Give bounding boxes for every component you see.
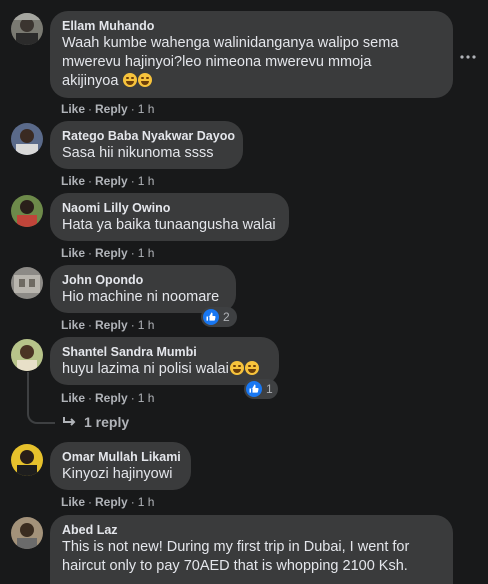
reply-button[interactable]: Reply <box>95 102 128 116</box>
like-button[interactable]: Like <box>61 495 85 509</box>
like-button[interactable]: Like <box>61 102 85 116</box>
timestamp[interactable]: 1 h <box>138 391 155 405</box>
timestamp[interactable]: 1 h <box>138 318 155 332</box>
comment-author[interactable]: Ratego Baba Nyakwar Dayoo <box>62 128 235 144</box>
comment-author[interactable]: Abed Laz <box>62 522 441 538</box>
comment-text: Hio machine ni noomare <box>62 289 220 305</box>
avatar[interactable] <box>11 444 43 476</box>
like-thumb-icon <box>203 309 219 325</box>
like-button[interactable]: Like <box>61 174 85 188</box>
comment-actions: Like · Reply · 1 h <box>61 246 155 260</box>
comment-author[interactable]: Shantel Sandra Mumbi <box>62 344 267 360</box>
reply-button[interactable]: Reply <box>95 391 128 405</box>
like-button[interactable]: Like <box>61 246 85 260</box>
comment-bubble: Naomi Lilly Owino Hata ya baika tunaangu… <box>50 193 289 241</box>
comment-actions: Like · Reply · 1 h <box>61 174 155 188</box>
comment-bubble: Shantel Sandra Mumbi huyu lazima ni poli… <box>50 337 279 385</box>
avatar[interactable] <box>11 13 43 45</box>
avatar[interactable] <box>11 517 43 549</box>
laughing-emoji-icon <box>123 73 138 87</box>
comment-bubble: Ellam Muhando Waah kumbe wahenga walinid… <box>50 11 453 98</box>
reply-button[interactable]: Reply <box>95 246 128 260</box>
comment-text: huyu lazima ni polisi walai <box>62 360 267 379</box>
reply-button[interactable]: Reply <box>95 174 128 188</box>
avatar[interactable] <box>11 339 43 371</box>
comment-author[interactable]: John Opondo <box>62 272 224 288</box>
comment-text: Kinyozi hajinyowi <box>62 466 173 482</box>
comment-text: This is not new! During my first trip in… <box>62 539 410 574</box>
comment-text: Hata ya baika tunaangusha walai <box>62 217 276 233</box>
comment-text: Waah kumbe wahenga walinidanganya walipo… <box>62 35 399 89</box>
comment-author[interactable]: Ellam Muhando <box>62 18 441 34</box>
more-dots-icon[interactable] <box>460 46 476 59</box>
avatar[interactable] <box>11 195 43 227</box>
laughing-emoji-icon <box>244 361 259 375</box>
avatar[interactable] <box>11 123 43 155</box>
comment-actions: Like · Reply · 1 h <box>61 391 155 405</box>
comment-bubble: Ratego Baba Nyakwar Dayoo Sasa hii nikun… <box>50 121 243 169</box>
thread-connector <box>27 372 55 424</box>
view-replies-link[interactable]: 1 reply <box>62 414 129 430</box>
timestamp[interactable]: 1 h <box>138 495 155 509</box>
comment-bubble: John Opondo Hio machine ni noomare <box>50 265 236 313</box>
avatar[interactable] <box>11 267 43 299</box>
comment-author[interactable]: Naomi Lilly Owino <box>62 200 277 216</box>
reply-arrow-icon <box>63 417 76 426</box>
reply-button[interactable]: Reply <box>95 318 128 332</box>
comment-actions: Like · Reply · 1 h <box>61 495 155 509</box>
reaction-count[interactable]: 2 <box>201 307 237 327</box>
comment-text: Sasa hii nikunoma ssss <box>62 145 214 161</box>
comment-actions: Like · Reply · 1 h <box>61 318 155 332</box>
like-thumb-icon <box>246 381 262 397</box>
like-button[interactable]: Like <box>61 391 85 405</box>
timestamp[interactable]: 1 h <box>138 174 155 188</box>
like-button[interactable]: Like <box>61 318 85 332</box>
comment-author[interactable]: Omar Mullah Likami <box>62 449 181 465</box>
comment-actions: Like · Reply · 1 h <box>61 102 155 116</box>
comment-bubble: Abed Laz This is not new! During my firs… <box>50 515 453 584</box>
laughing-emoji-icon <box>138 73 153 87</box>
comment-bubble: Omar Mullah Likami Kinyozi hajinyowi <box>50 442 191 490</box>
reaction-count[interactable]: 1 <box>244 379 278 399</box>
laughing-emoji-icon <box>229 361 244 375</box>
timestamp[interactable]: 1 h <box>138 102 155 116</box>
timestamp[interactable]: 1 h <box>138 246 155 260</box>
reply-button[interactable]: Reply <box>95 495 128 509</box>
